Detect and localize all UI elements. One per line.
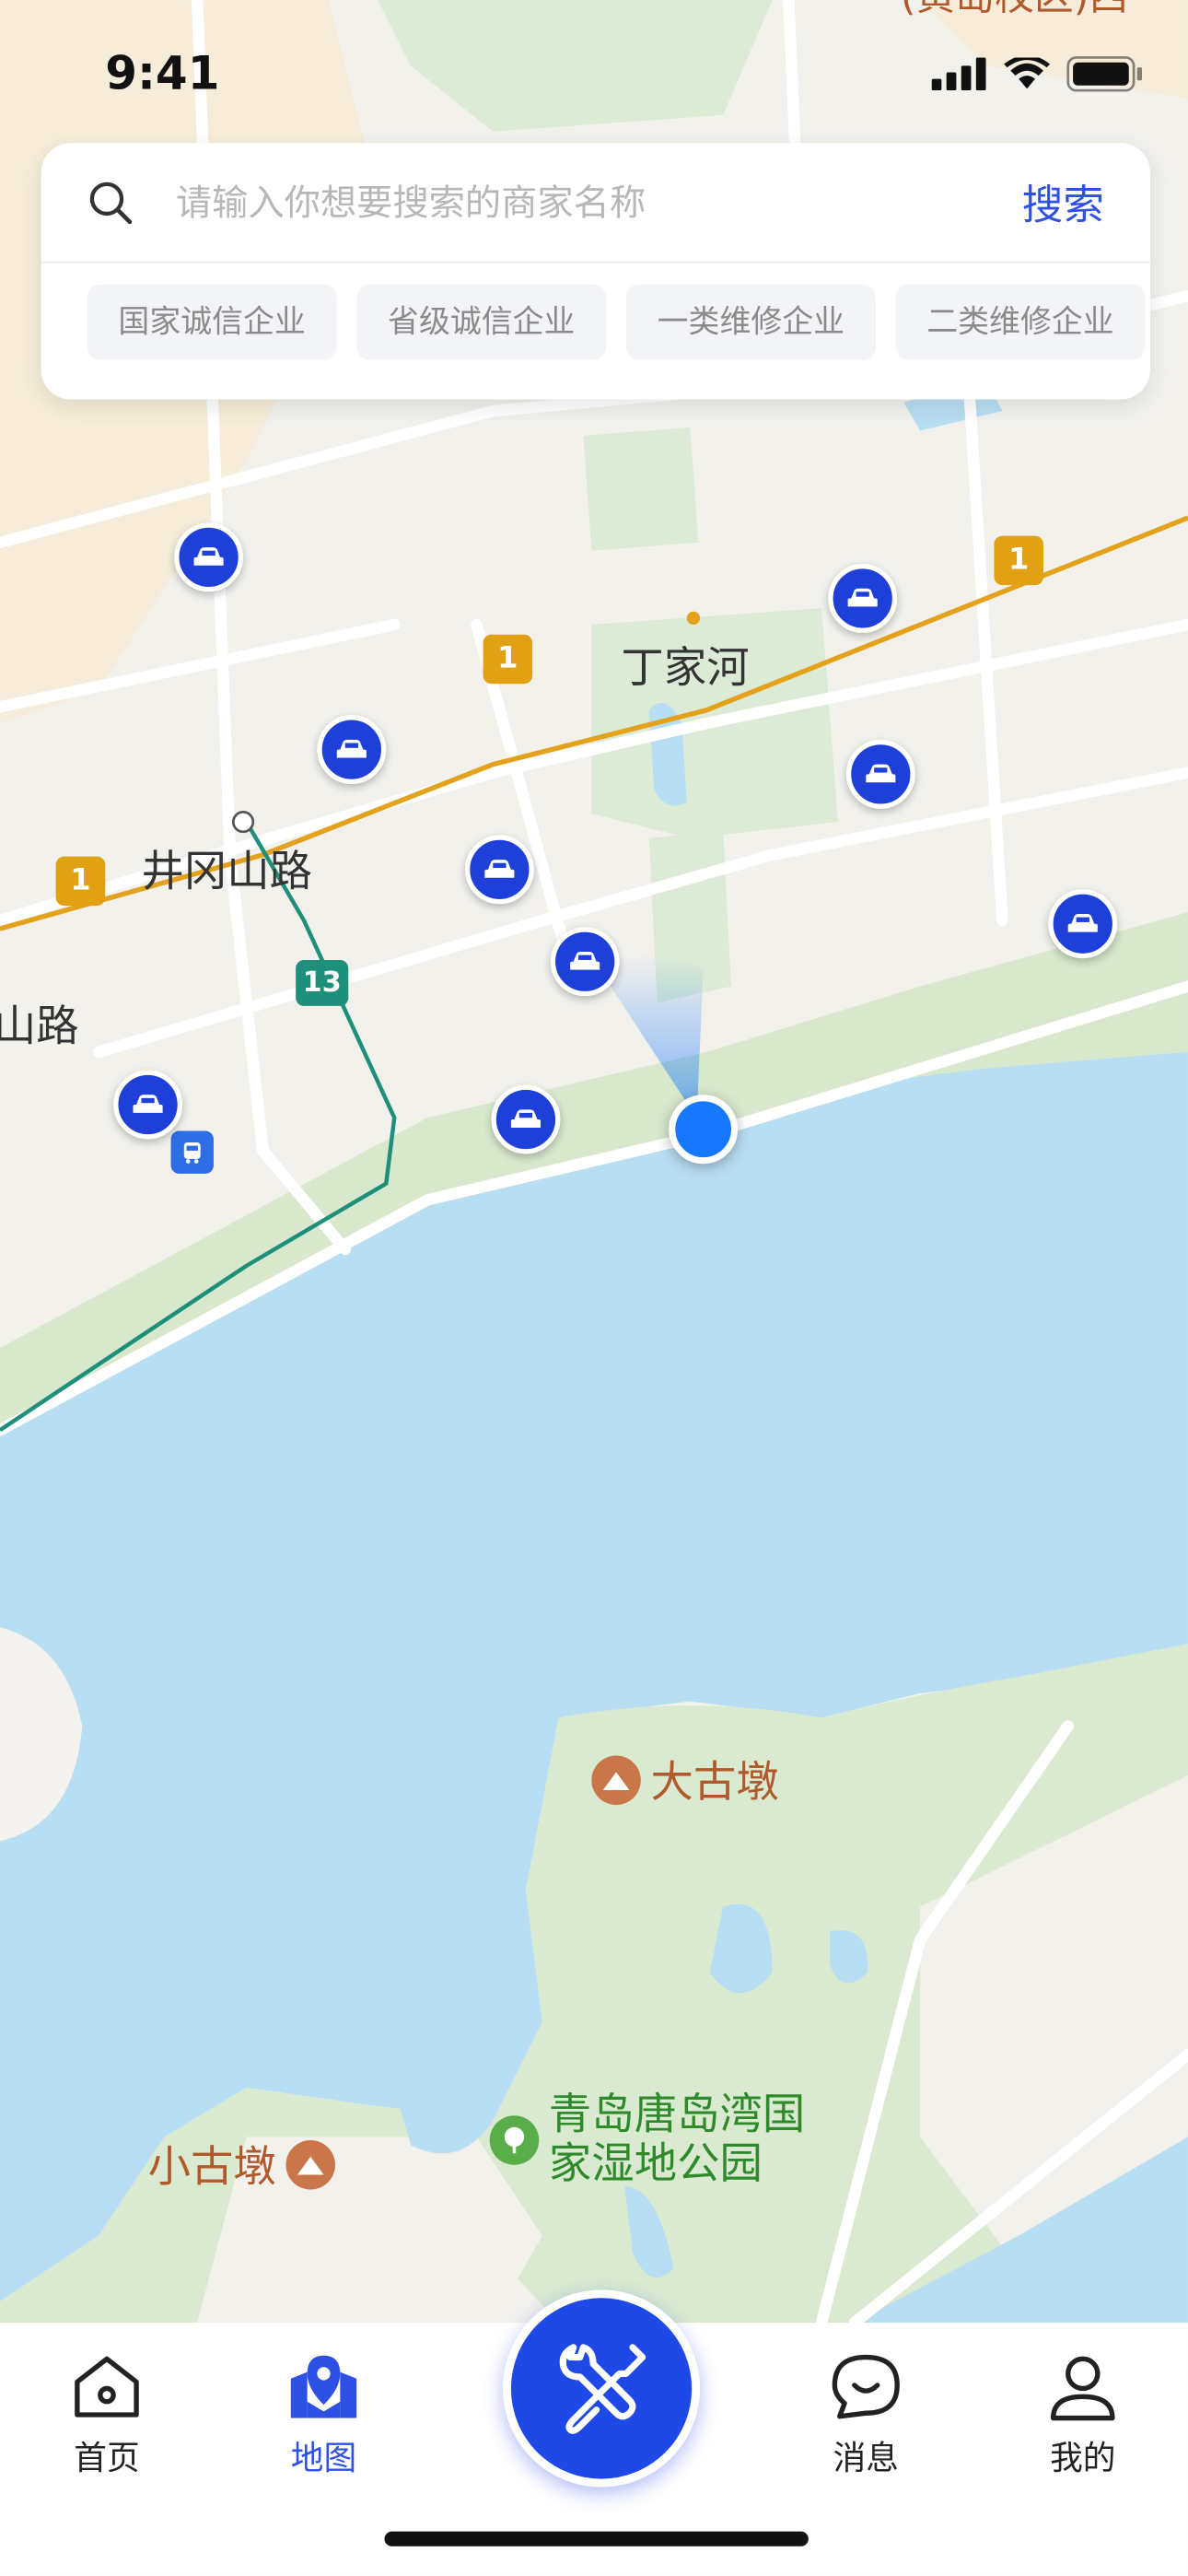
park-icon <box>489 2115 540 2165</box>
tab-label: 首页 <box>74 2437 140 2477</box>
car-marker[interactable] <box>113 1070 183 1140</box>
home-icon <box>75 2356 139 2418</box>
home-indicator <box>384 2531 809 2547</box>
metro-line-1-badge: 1 <box>994 535 1043 586</box>
filter-chip-class1-repair[interactable]: 一类维修企业 <box>625 284 876 360</box>
tab-label: 我的 <box>1050 2437 1116 2477</box>
message-bubble-icon <box>832 2354 900 2419</box>
tab-label: 消息 <box>833 2437 899 2477</box>
wrench-screwdriver-icon <box>559 2344 646 2434</box>
car-marker[interactable] <box>491 1084 561 1154</box>
poi-label-line1: 青岛唐岛湾国 <box>548 2090 806 2141</box>
car-marker[interactable] <box>550 927 620 997</box>
current-location-dot <box>669 1095 739 1165</box>
mountain-icon <box>591 1754 641 1805</box>
filter-chip-provincial-credit[interactable]: 省级诚信企业 <box>356 284 607 360</box>
tab-label: 地图 <box>290 2437 357 2477</box>
poi-label: 小古墩 <box>147 2143 276 2194</box>
search-bar: 搜索 <box>41 143 1150 263</box>
metro-line-13-badge: 13 <box>296 959 349 1006</box>
car-marker[interactable] <box>845 739 915 809</box>
tab-home[interactable]: 首页 <box>33 2352 181 2478</box>
map-poi-xiaogudun[interactable]: 小古墩 <box>147 2134 336 2195</box>
tab-map[interactable]: 地图 <box>250 2352 398 2478</box>
status-bar: 9:41 <box>0 0 1188 132</box>
car-icon <box>484 860 515 878</box>
car-marker[interactable] <box>174 522 244 592</box>
car-icon <box>510 1109 542 1128</box>
car-icon <box>866 764 896 783</box>
filter-chip-class2-repair[interactable]: 二类维修企业 <box>895 284 1146 360</box>
car-icon <box>336 739 367 758</box>
repair-tools-button[interactable] <box>502 2289 701 2488</box>
car-marker[interactable] <box>464 835 534 905</box>
user-icon <box>1050 2356 1115 2421</box>
metro-line-1-badge: 1 <box>483 634 533 685</box>
filter-chip-national-credit[interactable]: 国家诚信企业 <box>87 284 337 360</box>
map-label-jinggangshan-road: 井冈山路 <box>141 848 313 898</box>
battery-icon <box>1066 56 1143 92</box>
status-time: 9:41 <box>105 45 220 100</box>
map-pin-icon <box>290 2355 357 2418</box>
search-button[interactable]: 搜索 <box>1022 172 1104 231</box>
car-icon <box>847 588 878 607</box>
search-input[interactable] <box>172 172 968 236</box>
poi-label: 大古墩 <box>650 1759 779 1809</box>
car-icon <box>193 547 224 566</box>
map-label-road-partial: 山路 <box>0 1002 79 1052</box>
car-marker[interactable] <box>317 715 387 785</box>
car-marker[interactable] <box>828 563 898 633</box>
search-icon <box>89 181 133 225</box>
metro-line-1-badge: 1 <box>55 856 106 907</box>
tab-messages[interactable]: 消息 <box>792 2352 940 2478</box>
map-poi-dagudun[interactable]: 大古墩 <box>591 1749 779 1809</box>
tab-profile[interactable]: 我的 <box>1008 2352 1157 2478</box>
cellular-signal-icon <box>931 57 986 91</box>
car-marker[interactable] <box>1048 889 1118 959</box>
wifi-icon <box>1004 57 1051 89</box>
bus-stop-icon <box>170 1130 214 1174</box>
map-label-dingjiahe: 丁家河 <box>621 644 750 694</box>
mountain-icon <box>285 2139 336 2189</box>
search-card: 搜索 国家诚信企业 省级诚信企业 一类维修企业 二类维修企业 <box>41 143 1150 400</box>
filter-chips: 国家诚信企业 省级诚信企业 一类维修企业 二类维修企业 <box>87 284 1150 360</box>
car-icon <box>1067 914 1098 932</box>
poi-label-line2: 家湿地公园 <box>548 2140 763 2190</box>
map-poi-wetland-park[interactable]: 青岛唐岛湾国 家湿地公园 <box>489 2090 806 2190</box>
car-icon <box>133 1095 163 1113</box>
car-icon <box>570 952 600 970</box>
